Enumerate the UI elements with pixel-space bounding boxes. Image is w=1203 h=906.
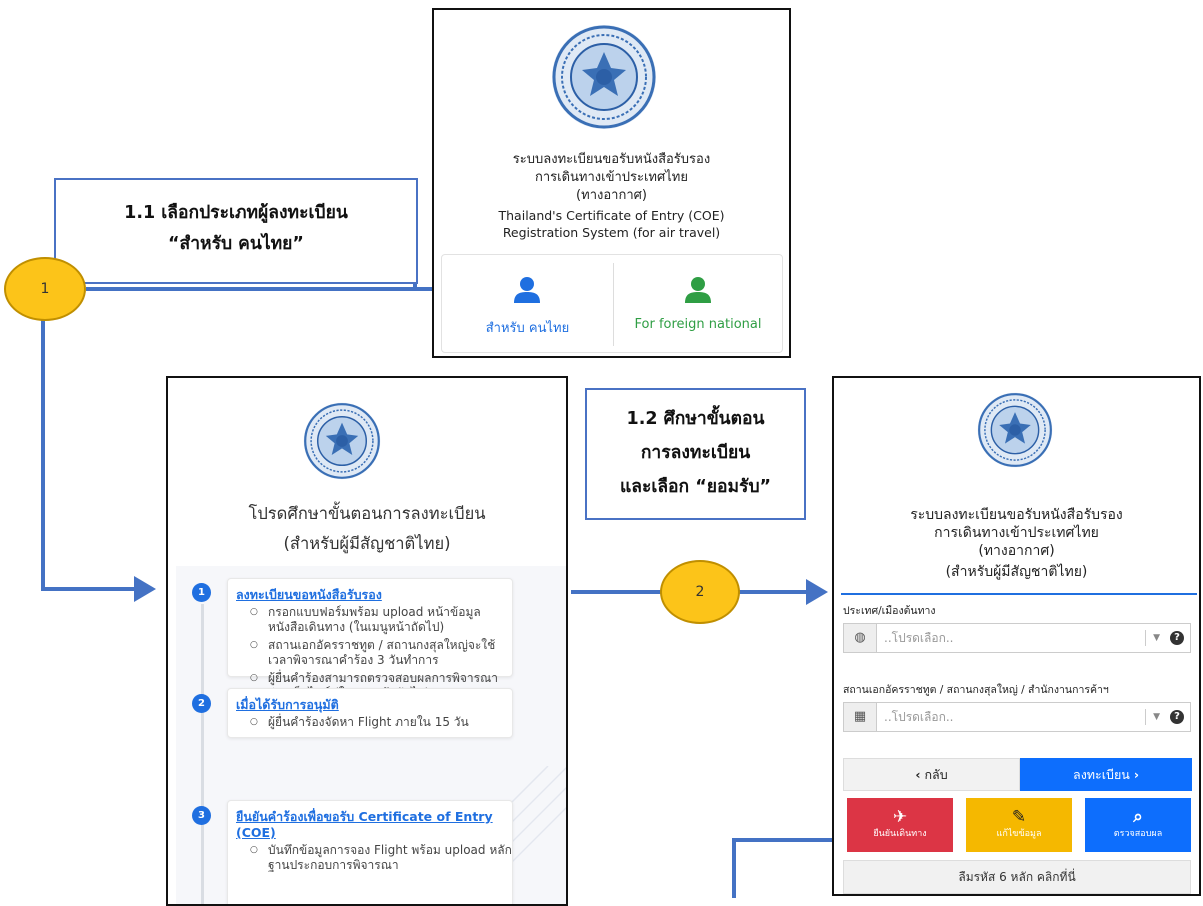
divider (1145, 709, 1146, 725)
plane-departure-icon: ✈ (892, 807, 908, 827)
step-card-2: เมื่อได้รับการอนุมัติ ผู้ยื่นคำร้องจัดหา… (227, 688, 513, 738)
thai-government-seal-icon (977, 392, 1053, 468)
panel1-subtitle: Thailand's Certificate of Entry (COE) Re… (434, 207, 789, 241)
title-line: การเดินทางเข้าประเทศไทย (934, 525, 1099, 541)
title-line: การเดินทางเข้าประเทศไทย (535, 170, 688, 185)
help-icon[interactable]: ? (1170, 631, 1184, 645)
step-title[interactable]: ลงทะเบียนขอหนังสือรับรอง (228, 579, 512, 605)
choice-thai-label: สำหรับ คนไทย (485, 321, 570, 336)
embassy-select[interactable]: ▦ ..โปรดเลือก.. ▼ ? (843, 702, 1191, 732)
back-button[interactable]: ‹ กลับ (843, 758, 1020, 791)
title-line: (ทางอากาศ) (576, 188, 647, 203)
step-item: บันทึกข้อมูลการจอง Flight พร้อม upload ห… (228, 843, 512, 873)
annotation-line: และเลือก “ยอมรับ” (619, 477, 772, 497)
register-label: ลงทะเบียน (1073, 767, 1130, 782)
choice-thai-button[interactable]: สำหรับ คนไทย (442, 255, 613, 352)
step-circle-number: 2 (695, 584, 705, 600)
chevron-left-icon: ‹ (915, 767, 921, 782)
arrow-head-icon (806, 579, 828, 605)
panel3-title: ระบบลงทะเบียนขอรับหนังสือรับรอง การเดินท… (834, 506, 1199, 581)
form-top-border (841, 593, 1197, 595)
connector-circle2-to-panel3 (739, 590, 811, 594)
panel2-title: โปรดศึกษาขั้นตอนการลงทะเบียน (สำหรับผู้ม… (168, 499, 566, 559)
connector-panel2-to-circle2 (571, 590, 661, 594)
choice-foreign-label: For foreign national (634, 317, 762, 332)
title-line: ระบบลงทะเบียนขอรับหนังสือรับรอง (512, 152, 711, 167)
connector-bottom-vertical (732, 838, 736, 898)
building-icon: ▦ (844, 703, 877, 731)
confirm-travel-tile[interactable]: ✈ ยืนยันเดินทาง (847, 798, 953, 852)
title-line: โปรดศึกษาขั้นตอนการลงทะเบียน (248, 504, 486, 523)
thai-government-seal-icon (551, 24, 657, 130)
origin-placeholder: ..โปรดเลือก.. (884, 631, 954, 645)
forgot-code-link[interactable]: ลืมรหัส 6 หลัก คลิกที่นี่ (843, 860, 1191, 894)
annotation-line: 1.2 ศึกษาขั้นตอน (626, 409, 765, 429)
annotation-box-select-type: 1.1 เลือกประเภทผู้ลงทะเบียน “สำหรับ คนไท… (54, 178, 418, 284)
search-icon: ⌕ (1133, 807, 1143, 827)
edit-data-tile[interactable]: ✎ แก้ไขข้อมูล (966, 798, 1072, 852)
tile-label: ตรวจสอบผล (1113, 829, 1163, 839)
step-item: สถานเอกอัครราชทูต / สถานกงสุลใหญ่จะใช้เว… (228, 638, 512, 668)
title-line: (ทางอากาศ) (978, 543, 1055, 559)
back-label: กลับ (924, 767, 948, 782)
title-line: (สำหรับผู้มีสัญชาติไทย) (945, 564, 1088, 580)
person-icon (685, 277, 711, 303)
divider (1145, 630, 1146, 646)
origin-select[interactable]: ◍ ..โปรดเลือก.. ▼ ? (843, 623, 1191, 653)
origin-label: ประเทศ/เมืองต้นทาง (843, 605, 936, 617)
connector-circle1-to-panel1 (86, 287, 486, 291)
chevron-right-icon: › (1133, 767, 1139, 782)
step-number-badge: 3 (192, 806, 211, 825)
check-result-tile[interactable]: ⌕ ตรวจสอบผล (1085, 798, 1191, 852)
embassy-placeholder: ..โปรดเลือก.. (884, 710, 954, 724)
person-icon (514, 277, 540, 303)
annotation-line: “สำหรับ คนไทย” (168, 234, 304, 254)
connector-circle1-down (41, 300, 45, 591)
step-circle-number: 1 (40, 281, 50, 297)
globe-icon: ◍ (844, 624, 877, 652)
connector-down-to-panel2 (41, 587, 141, 591)
subtitle-line: Thailand's Certificate of Entry (COE) (498, 208, 725, 223)
tile-label: ยืนยันเดินทาง (873, 829, 927, 839)
user-edit-icon: ✎ (1011, 807, 1027, 827)
chevron-down-icon: ▼ (1153, 633, 1160, 643)
registrant-type-chooser: สำหรับ คนไทย For foreign national (441, 254, 783, 353)
annotation-line: 1.1 เลือกประเภทผู้ลงทะเบียน (124, 203, 348, 223)
step-item: กรอกแบบฟอร์มพร้อม upload หน้าข้อมูลหนังส… (228, 605, 512, 635)
timeline-line (201, 604, 204, 904)
annotation-box-study-steps: 1.2 ศึกษาขั้นตอน การลงทะเบียน และเลือก “… (585, 388, 806, 520)
title-line: (สำหรับผู้มีสัญชาติไทย) (283, 534, 451, 553)
subtitle-line: Registration System (for air travel) (502, 225, 721, 240)
choice-foreign-button[interactable]: For foreign national (614, 255, 782, 352)
annotation-line: การลงทะเบียน (640, 443, 751, 463)
step-circle-1: 1 (4, 257, 86, 321)
step-card-1: ลงทะเบียนขอหนังสือรับรอง กรอกแบบฟอร์มพร้… (227, 578, 513, 700)
step-card-3: ยืนยันคำร้องเพื่อขอรับ Certificate of En… (227, 800, 513, 904)
step-title[interactable]: ยืนยันคำร้องเพื่อขอรับ Certificate of En… (228, 801, 512, 843)
panel-registration-type: ระบบลงทะเบียนขอรับหนังสือรับรอง การเดินท… (432, 8, 791, 358)
tile-label: แก้ไขข้อมูล (996, 829, 1042, 839)
step-circle-2: 2 (660, 560, 740, 624)
chevron-down-icon: ▼ (1153, 712, 1160, 722)
panel1-title: ระบบลงทะเบียนขอรับหนังสือรับรอง การเดินท… (434, 151, 789, 205)
step-item: ผู้ยื่นคำร้องจัดหา Flight ภายใน 15 วัน (228, 715, 512, 730)
title-line: ระบบลงทะเบียนขอรับหนังสือรับรอง (910, 507, 1123, 523)
thai-government-seal-icon (303, 402, 381, 480)
register-button[interactable]: ลงทะเบียน › (1020, 758, 1192, 791)
embassy-label: สถานเอกอัครราชทูต / สถานกงสุลใหญ่ / สำนั… (843, 684, 1109, 696)
arrow-head-icon (134, 576, 156, 602)
help-icon[interactable]: ? (1170, 710, 1184, 724)
connector-bottom-horizontal (732, 838, 842, 842)
step-number-badge: 2 (192, 694, 211, 713)
panel-registration-steps: โปรดศึกษาขั้นตอนการลงทะเบียน (สำหรับผู้ม… (166, 376, 568, 906)
panel-registration-form: ระบบลงทะเบียนขอรับหนังสือรับรอง การเดินท… (832, 376, 1201, 896)
step-title[interactable]: เมื่อได้รับการอนุมัติ (228, 689, 512, 715)
step-number-badge: 1 (192, 583, 211, 602)
